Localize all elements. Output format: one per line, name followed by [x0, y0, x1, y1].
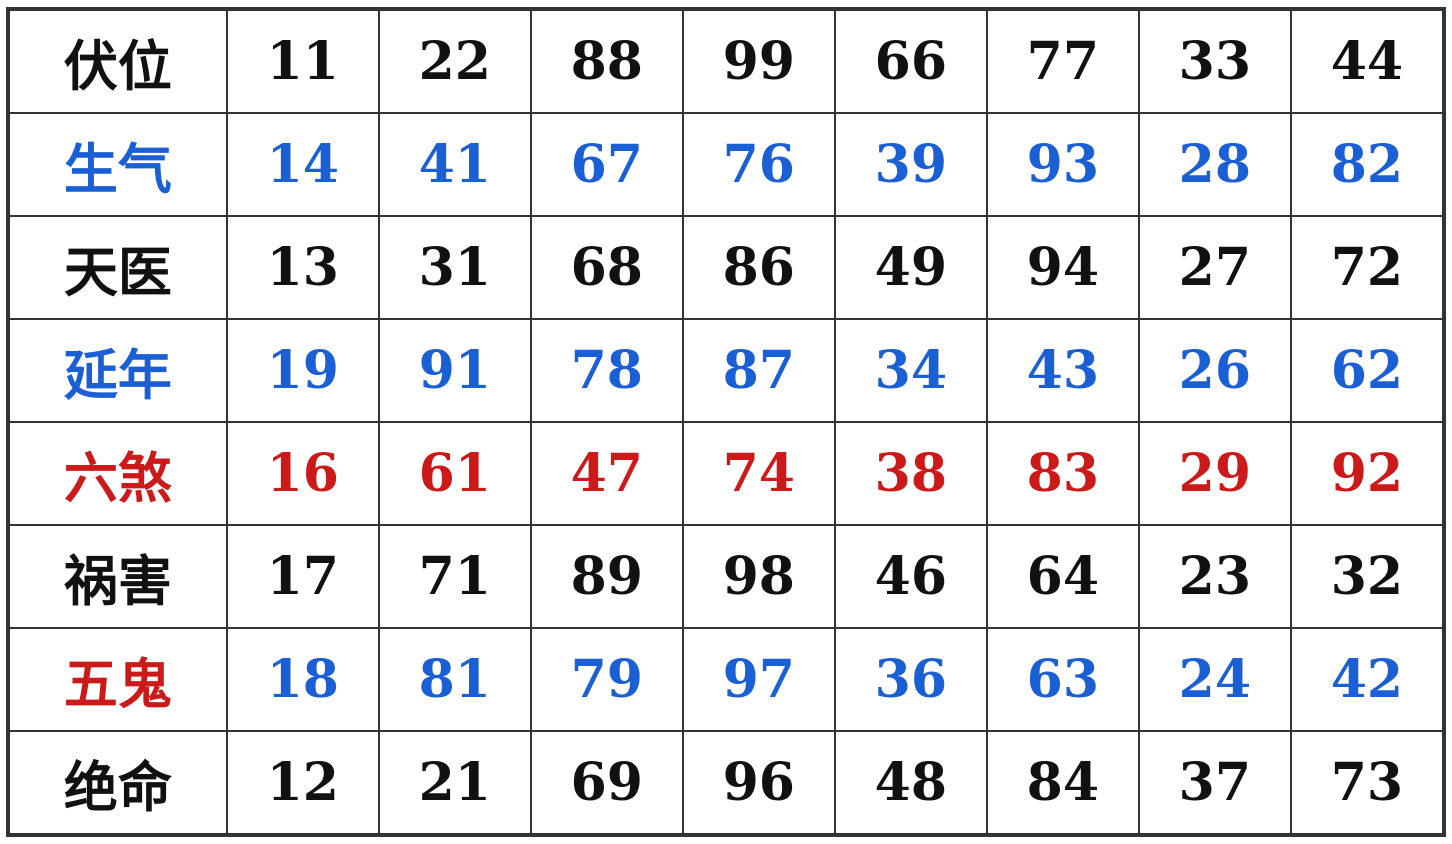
- table-cell: 61: [379, 422, 531, 525]
- table-cell: 62: [1291, 319, 1443, 422]
- table-cell: 18: [227, 628, 379, 731]
- table-cell: 97: [683, 628, 835, 731]
- table-cell: 27: [1139, 216, 1291, 319]
- table-row: 天医1331688649942772: [9, 216, 1443, 319]
- row-label: 生气: [9, 113, 227, 216]
- row-label: 六煞: [9, 422, 227, 525]
- table-cell: 22: [379, 10, 531, 113]
- table-cell: 43: [987, 319, 1139, 422]
- table-cell: 26: [1139, 319, 1291, 422]
- table-cell: 99: [683, 10, 835, 113]
- table-cell: 31: [379, 216, 531, 319]
- table-cell: 74: [683, 422, 835, 525]
- table-cell: 89: [531, 525, 683, 628]
- table-cell: 84: [987, 731, 1139, 834]
- table-cell: 11: [227, 10, 379, 113]
- table-cell: 64: [987, 525, 1139, 628]
- table-cell: 47: [531, 422, 683, 525]
- table-cell: 79: [531, 628, 683, 731]
- table-cell: 98: [683, 525, 835, 628]
- row-label: 祸害: [9, 525, 227, 628]
- table-cell: 94: [987, 216, 1139, 319]
- table-cell: 42: [1291, 628, 1443, 731]
- main-table-container: 伏位1122889966773344生气1441677639932882天医13…: [6, 7, 1446, 837]
- table-cell: 29: [1139, 422, 1291, 525]
- table-cell: 24: [1139, 628, 1291, 731]
- table-cell: 72: [1291, 216, 1443, 319]
- table-cell: 81: [379, 628, 531, 731]
- table-cell: 12: [227, 731, 379, 834]
- table-cell: 41: [379, 113, 531, 216]
- row-label: 五鬼: [9, 628, 227, 731]
- table-cell: 93: [987, 113, 1139, 216]
- table-cell: 92: [1291, 422, 1443, 525]
- table-cell: 86: [683, 216, 835, 319]
- row-label: 天医: [9, 216, 227, 319]
- table-row: 六煞1661477438832992: [9, 422, 1443, 525]
- table-cell: 66: [835, 10, 987, 113]
- table-cell: 13: [227, 216, 379, 319]
- table-row: 祸害1771899846642332: [9, 525, 1443, 628]
- table-cell: 14: [227, 113, 379, 216]
- table-cell: 32: [1291, 525, 1443, 628]
- table-row: 五鬼1881799736632442: [9, 628, 1443, 731]
- table-cell: 87: [683, 319, 835, 422]
- row-label: 延年: [9, 319, 227, 422]
- table-cell: 78: [531, 319, 683, 422]
- table-cell: 23: [1139, 525, 1291, 628]
- table-cell: 16: [227, 422, 379, 525]
- table-cell: 38: [835, 422, 987, 525]
- table-cell: 63: [987, 628, 1139, 731]
- table-cell: 33: [1139, 10, 1291, 113]
- table-cell: 77: [987, 10, 1139, 113]
- row-label: 绝命: [9, 731, 227, 834]
- table-cell: 83: [987, 422, 1139, 525]
- table-cell: 96: [683, 731, 835, 834]
- table-cell: 17: [227, 525, 379, 628]
- table-cell: 44: [1291, 10, 1443, 113]
- table-cell: 46: [835, 525, 987, 628]
- table-cell: 73: [1291, 731, 1443, 834]
- row-label: 伏位: [9, 10, 227, 113]
- table-cell: 34: [835, 319, 987, 422]
- table-cell: 91: [379, 319, 531, 422]
- table-cell: 37: [1139, 731, 1291, 834]
- table-cell: 39: [835, 113, 987, 216]
- table-cell: 19: [227, 319, 379, 422]
- table-row: 伏位1122889966773344: [9, 10, 1443, 113]
- table-cell: 49: [835, 216, 987, 319]
- table-cell: 68: [531, 216, 683, 319]
- table-cell: 67: [531, 113, 683, 216]
- table-cell: 69: [531, 731, 683, 834]
- table-cell: 36: [835, 628, 987, 731]
- table-cell: 21: [379, 731, 531, 834]
- table-cell: 88: [531, 10, 683, 113]
- table-row: 生气1441677639932882: [9, 113, 1443, 216]
- table-cell: 71: [379, 525, 531, 628]
- table-cell: 82: [1291, 113, 1443, 216]
- table-cell: 28: [1139, 113, 1291, 216]
- table-row: 绝命1221699648843773: [9, 731, 1443, 834]
- table-row: 延年1991788734432662: [9, 319, 1443, 422]
- table-cell: 48: [835, 731, 987, 834]
- table-cell: 76: [683, 113, 835, 216]
- data-table: 伏位1122889966773344生气1441677639932882天医13…: [8, 9, 1444, 835]
